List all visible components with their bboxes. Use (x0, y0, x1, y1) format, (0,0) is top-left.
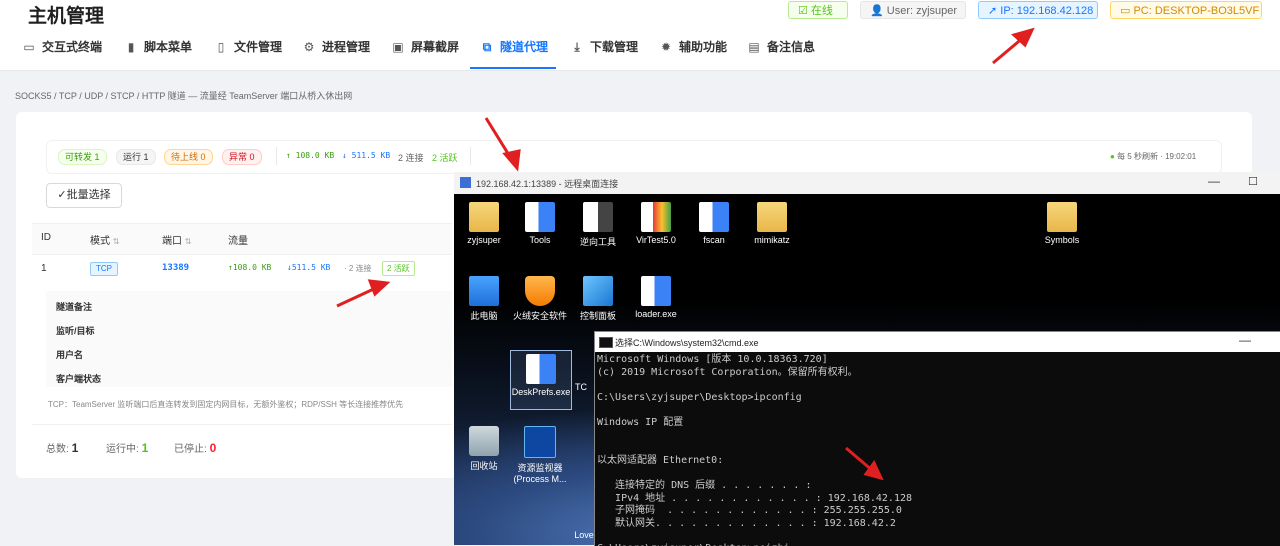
arrowhead-icon (367, 279, 391, 297)
arrowhead-icon (502, 149, 521, 172)
annotation-arrows (336, 27, 1035, 481)
